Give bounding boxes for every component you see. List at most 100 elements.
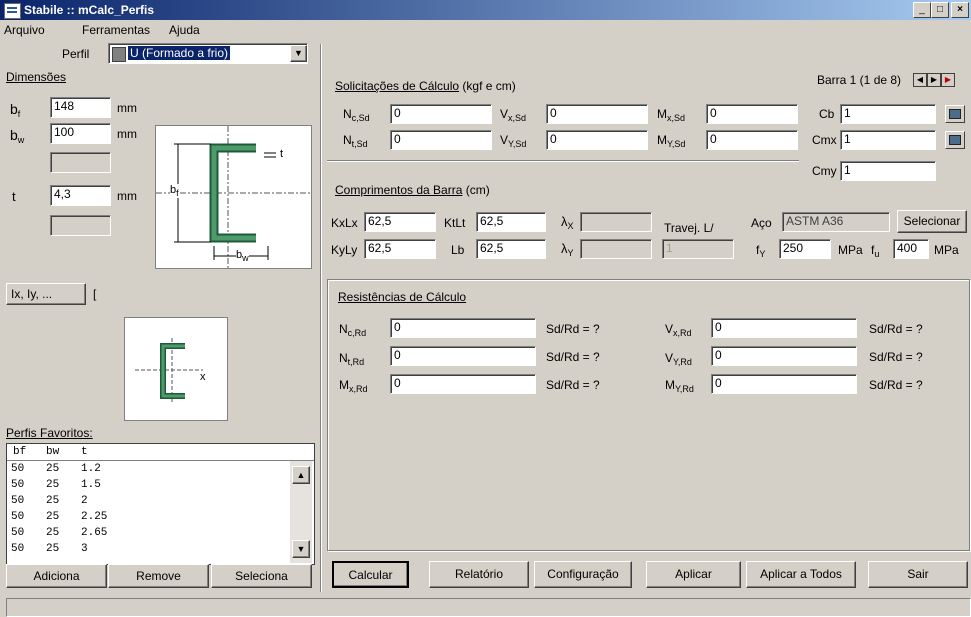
solicitacoes-title: Solicitações de Cálculo (kgf e cm) xyxy=(335,79,516,93)
sair-button[interactable]: Sair xyxy=(868,561,968,588)
maximize-button[interactable]: □ xyxy=(931,2,949,18)
scroll-down-icon[interactable]: ▼ xyxy=(292,540,310,558)
next-barra-icon[interactable]: ▶ xyxy=(927,73,941,87)
lb-input[interactable]: 62,5 xyxy=(476,239,546,259)
ncsd-label: Nc,Sd xyxy=(343,107,370,123)
vxrd-ratio: Sd/Rd = ? xyxy=(869,322,923,336)
cb-calc-icon[interactable] xyxy=(945,105,965,123)
axis-x-label: x xyxy=(200,371,206,383)
travej-label: Travej. L/ xyxy=(664,221,714,235)
fy-label: fY xyxy=(756,243,766,259)
bw-label: bw xyxy=(10,127,25,145)
vysd-label: VY,Sd xyxy=(500,133,527,149)
kxlx-label: KxLx xyxy=(331,216,358,230)
seleciona-button[interactable]: Seleciona xyxy=(211,564,312,588)
vxsd-input[interactable]: 0 xyxy=(546,104,648,124)
header-t: t xyxy=(81,446,88,458)
header-bf: bf xyxy=(13,446,27,458)
ktlt-input[interactable]: 62,5 xyxy=(476,212,546,232)
comprimentos-title: Comprimentos da Barra (cm) xyxy=(335,183,490,197)
vxrd-label: Vx,Rd xyxy=(665,322,692,338)
aplicar-todos-button[interactable]: Aplicar a Todos xyxy=(746,561,856,588)
lambda-y-field xyxy=(580,239,652,259)
bw-input[interactable]: 100 xyxy=(50,123,111,144)
perfil-label: Perfil xyxy=(62,47,90,61)
kyly-label: KyLy xyxy=(331,243,358,257)
cmx-input[interactable]: 1 xyxy=(840,130,936,150)
ncsd-input[interactable]: 0 xyxy=(390,104,492,124)
ntsd-label: Nt,Sd xyxy=(343,133,368,149)
myrd-field: 0 xyxy=(711,374,857,394)
mysd-input[interactable]: 0 xyxy=(706,130,798,150)
favoritos-rows: 50 25 1.2 50 25 1.5 50 25 2 50 25 2.25 50 25 2.65 … xyxy=(11,463,108,555)
t-label: t xyxy=(12,189,16,204)
lambda-x-field xyxy=(580,212,652,232)
fy-input[interactable]: 250 xyxy=(779,239,831,259)
mxsd-input[interactable]: 0 xyxy=(706,104,798,124)
profile-icon xyxy=(112,47,126,62)
minimize-button[interactable]: _ xyxy=(913,2,931,18)
bf-input[interactable]: 148 xyxy=(50,97,111,118)
c-section-drawing xyxy=(156,126,311,268)
adiciona-button[interactable]: Adiciona xyxy=(6,564,107,588)
calcular-button[interactable]: Calcular xyxy=(332,561,409,588)
myrd-label: MY,Rd xyxy=(665,378,694,394)
selecionar-button[interactable]: Selecionar xyxy=(897,210,967,233)
cmy-label: Cmy xyxy=(812,164,837,178)
kxlx-input[interactable]: 62,5 xyxy=(364,212,436,232)
vyrd-ratio: Sd/Rd = ? xyxy=(869,350,923,364)
menu-ferramentas[interactable]: Ferramentas xyxy=(82,23,150,37)
cb-input[interactable]: 1 xyxy=(840,104,936,124)
favoritos-header: bf bw t xyxy=(7,444,314,461)
favoritos-list[interactable]: bf bw t 50 25 1.2 50 25 1.5 50 25 2 50 25 2.25 5… xyxy=(6,443,315,565)
lambda-y-label: λY xyxy=(561,241,574,258)
menu-ajuda[interactable]: Ajuda xyxy=(169,23,200,37)
ntrd-field: 0 xyxy=(390,346,536,366)
profile-diagram: bf bw t xyxy=(155,125,312,269)
vyrd-label: VY,Rd xyxy=(665,351,692,367)
cmx-label: Cmx xyxy=(812,133,837,147)
prev-barra-icon[interactable]: ◀ xyxy=(913,73,927,87)
app-icon xyxy=(4,3,21,19)
aplicar-button[interactable]: Aplicar xyxy=(646,561,741,588)
perfil-selected: U (Formado a frio) xyxy=(128,46,231,60)
ktlt-label: KtLt xyxy=(444,216,466,230)
kyly-input[interactable]: 62,5 xyxy=(364,239,436,259)
scrollbar[interactable]: ▲ ▼ xyxy=(290,461,312,563)
axis-drawing xyxy=(135,338,203,404)
diagram-t-label: t xyxy=(280,148,284,160)
mxrd-label: Mx,Rd xyxy=(339,378,368,394)
perfil-select[interactable]: U (Formado a frio) ▼ xyxy=(108,43,308,64)
ix-iy-button[interactable]: Ix, Iy, ... xyxy=(6,283,86,305)
configuracao-button[interactable]: Configuração xyxy=(534,561,632,588)
aco-field: ASTM A36 xyxy=(782,212,890,232)
status-bar xyxy=(6,598,971,617)
remove-button[interactable]: Remove xyxy=(108,564,209,588)
cmx-calc-icon[interactable] xyxy=(945,131,965,149)
relatorio-button[interactable]: Relatório xyxy=(429,561,529,588)
mxrd-field: 0 xyxy=(390,374,536,394)
aco-label: Aço xyxy=(751,216,772,230)
fu-unit: MPa xyxy=(934,243,959,257)
ix-iy-value: [ xyxy=(93,287,97,301)
cmy-input[interactable]: 1 xyxy=(840,161,936,181)
resistencias-title: Resistências de Cálculo xyxy=(338,290,467,304)
close-button[interactable]: × xyxy=(951,2,969,18)
extra-field-2 xyxy=(50,215,111,236)
t-input[interactable]: 4,3 xyxy=(50,185,111,206)
ncrd-label: Nc,Rd xyxy=(339,322,367,338)
scroll-up-icon[interactable]: ▲ xyxy=(292,466,310,484)
chevron-down-icon[interactable]: ▼ xyxy=(290,45,307,62)
ncrd-ratio: Sd/Rd = ? xyxy=(546,322,600,336)
menu-arquivo[interactable]: Arquivo xyxy=(4,23,45,37)
barra-label: Barra 1 (1 de 8) xyxy=(817,73,902,87)
last-barra-icon[interactable]: ▶ xyxy=(941,73,955,87)
menu-bar: Arquivo Ferramentas Ajuda xyxy=(0,21,971,39)
bf-unit: mm xyxy=(117,101,137,115)
vxsd-label: Vx,Sd xyxy=(500,107,527,123)
mxsd-label: Mx,Sd xyxy=(657,107,686,123)
fu-input[interactable]: 400 xyxy=(893,239,929,259)
vyrd-field: 0 xyxy=(711,346,857,366)
ntsd-input[interactable]: 0 xyxy=(390,130,492,150)
vysd-input[interactable]: 0 xyxy=(546,130,648,150)
